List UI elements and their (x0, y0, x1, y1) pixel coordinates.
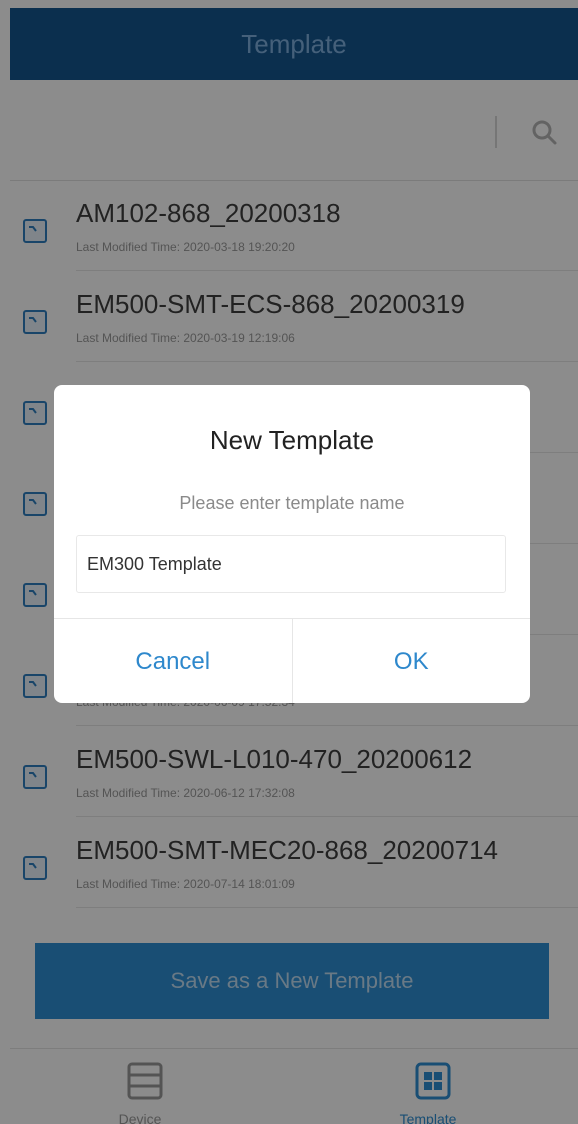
new-template-dialog: New Template Please enter template name … (54, 385, 530, 703)
dialog-actions: Cancel OK (54, 618, 530, 703)
ok-button[interactable]: OK (291, 619, 531, 703)
template-name-input[interactable] (76, 535, 506, 593)
dialog-title: New Template (209, 425, 375, 455)
dialog-message: Please enter template name (179, 493, 405, 513)
cancel-button[interactable]: Cancel (54, 619, 292, 703)
